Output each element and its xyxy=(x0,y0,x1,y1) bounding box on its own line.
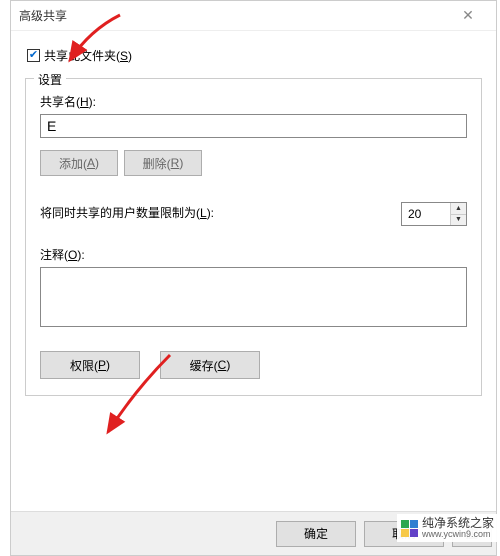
window-title: 高级共享 xyxy=(19,7,448,24)
titlebar: 高级共享 ✕ xyxy=(11,1,496,31)
settings-group: 设置 共享名(H): 添加(A) 删除(R) 将同时共享的用户数量限制为(L):… xyxy=(25,78,482,396)
permissions-button[interactable]: 权限(P) xyxy=(40,351,140,379)
user-limit-spinner[interactable]: 20 ▲ ▼ xyxy=(401,202,467,226)
comment-label: 注释(O): xyxy=(40,246,467,263)
share-folder-label: 共享此文件夹(S) xyxy=(44,47,132,64)
spinner-up-icon[interactable]: ▲ xyxy=(451,203,466,215)
cache-button[interactable]: 缓存(C) xyxy=(160,351,260,379)
advanced-sharing-dialog: 高级共享 ✕ ✔ 共享此文件夹(S) 设置 共享名(H): 添加(A) xyxy=(10,0,497,556)
dialog-body: ✔ 共享此文件夹(S) 设置 共享名(H): 添加(A) 删除(R) xyxy=(11,31,496,408)
add-button[interactable]: 添加(A) xyxy=(40,150,118,176)
user-limit-label: 将同时共享的用户数量限制为(L): xyxy=(40,204,401,221)
remove-button[interactable]: 删除(R) xyxy=(124,150,202,176)
comment-textarea[interactable] xyxy=(40,267,467,327)
spinner-arrows: ▲ ▼ xyxy=(450,203,466,225)
close-button[interactable]: ✕ xyxy=(448,2,488,30)
user-limit-value[interactable]: 20 xyxy=(402,203,450,225)
share-folder-checkbox-row[interactable]: ✔ 共享此文件夹(S) xyxy=(27,47,484,64)
ok-button[interactable]: 确定 xyxy=(276,521,356,547)
watermark: 纯净系统之家 www.ycwin9.com xyxy=(397,514,500,542)
spinner-down-icon[interactable]: ▼ xyxy=(451,215,466,226)
watermark-text: 纯净系统之家 www.ycwin9.com xyxy=(422,517,494,539)
share-folder-checkbox[interactable]: ✔ xyxy=(27,49,40,62)
share-name-input[interactable] xyxy=(40,114,467,138)
watermark-logo-icon xyxy=(401,520,418,537)
perm-cache-row: 权限(P) 缓存(C) xyxy=(40,351,467,379)
settings-group-title: 设置 xyxy=(34,71,66,88)
close-icon: ✕ xyxy=(462,7,474,24)
checkmark-icon: ✔ xyxy=(29,50,38,61)
user-limit-row: 将同时共享的用户数量限制为(L): 20 ▲ ▼ xyxy=(40,202,467,226)
share-name-label: 共享名(H): xyxy=(40,93,467,110)
add-remove-row: 添加(A) 删除(R) xyxy=(40,150,467,176)
